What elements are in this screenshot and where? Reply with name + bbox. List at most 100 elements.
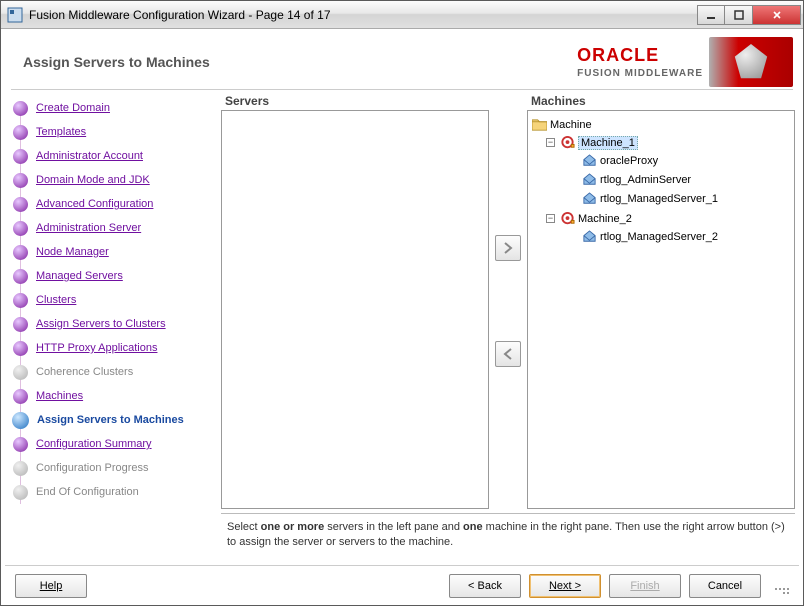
nav-step-label[interactable]: Assign Servers to Clusters	[36, 318, 166, 330]
unassign-left-button[interactable]	[495, 341, 521, 367]
tree-server[interactable]: rtlog_AdminServer	[532, 171, 790, 188]
tree-server[interactable]: oracleProxy	[532, 152, 790, 169]
server-icon	[582, 192, 597, 205]
nav-step[interactable]: Administrator Account	[9, 144, 217, 168]
tree-root[interactable]: Machine	[532, 116, 790, 133]
window-controls	[697, 5, 801, 25]
nav-step-label[interactable]: Advanced Configuration	[36, 198, 153, 210]
wizard-nav: Create Domain Templates Administrator Acco…	[9, 92, 217, 561]
maximize-button[interactable]	[725, 5, 753, 25]
app-icon	[7, 7, 23, 23]
tree-root-label: Machine	[550, 119, 592, 131]
servers-list[interactable]	[221, 110, 489, 509]
nav-step[interactable]: Assign Servers to Clusters	[9, 312, 217, 336]
nav-bullet-icon	[13, 173, 28, 188]
tree-machine[interactable]: − Machine_2	[532, 210, 790, 227]
machines-pane: Machines Machine	[527, 92, 795, 509]
nav-step-label[interactable]: Domain Mode and JDK	[36, 174, 150, 186]
tree-machine[interactable]: −Machine_1	[532, 134, 790, 151]
nav-step[interactable]: Machines	[9, 384, 217, 408]
nav-bullet-icon	[13, 389, 28, 404]
nav-bullet-icon	[13, 221, 28, 236]
nav-bullet-icon	[13, 149, 28, 164]
nav-step-label: Configuration Progress	[36, 462, 149, 474]
finish-button: Finish	[609, 574, 681, 598]
nav-step-label[interactable]: Administrator Account	[36, 150, 143, 162]
servers-pane: Servers	[221, 92, 489, 509]
tree-toggle[interactable]: −	[546, 214, 555, 223]
nav-step[interactable]: Administration Server	[9, 216, 217, 240]
wizard-window: Fusion Middleware Configuration Wizard -…	[0, 0, 804, 606]
nav-step[interactable]: Domain Mode and JDK	[9, 168, 217, 192]
back-button[interactable]: < Back	[449, 574, 521, 598]
server-icon	[582, 154, 597, 167]
tree-toggle[interactable]: −	[546, 138, 555, 147]
nav-bullet-icon	[13, 365, 28, 380]
header: Assign Servers to Machines ORACLE FUSION…	[5, 33, 799, 87]
nav-bullet-icon	[13, 341, 28, 356]
minimize-button[interactable]	[697, 5, 725, 25]
shuttle-buttons	[489, 92, 527, 509]
nav-step[interactable]: Assign Servers to Machines	[9, 408, 217, 432]
nav-step-label[interactable]: Clusters	[36, 294, 76, 306]
nav-bullet-icon	[13, 269, 28, 284]
nav-step: End Of Configuration	[9, 480, 217, 504]
nav-step: Configuration Progress	[9, 456, 217, 480]
nav-bullet-icon	[13, 317, 28, 332]
cancel-button[interactable]: Cancel	[689, 574, 761, 598]
assign-right-button[interactable]	[495, 235, 521, 261]
tree-server-label: rtlog_AdminServer	[600, 174, 691, 186]
nav-step[interactable]: Advanced Configuration	[9, 192, 217, 216]
next-button[interactable]: Next >	[529, 574, 601, 598]
nav-step-label[interactable]: Node Manager	[36, 246, 109, 258]
titlebar: Fusion Middleware Configuration Wizard -…	[1, 1, 803, 29]
nav-step[interactable]: Templates	[9, 120, 217, 144]
nav-step-label: End Of Configuration	[36, 486, 139, 498]
nav-step[interactable]: Node Manager	[9, 240, 217, 264]
nav-step-label[interactable]: Administration Server	[36, 222, 141, 234]
nav-step-label[interactable]: HTTP Proxy Applications	[36, 342, 157, 354]
nav-step[interactable]: HTTP Proxy Applications	[9, 336, 217, 360]
nav-bullet-icon	[13, 101, 28, 116]
nav-step-label[interactable]: Create Domain	[36, 102, 110, 114]
brand-logo: ORACLE FUSION MIDDLEWARE	[577, 45, 703, 79]
machine-icon	[560, 136, 575, 149]
close-button[interactable]	[753, 5, 801, 25]
nav-bullet-icon	[12, 412, 29, 429]
server-icon	[582, 230, 597, 243]
server-icon	[582, 173, 597, 186]
help-button[interactable]: Help	[15, 574, 87, 598]
window-title: Fusion Middleware Configuration Wizard -…	[29, 8, 697, 22]
main: Create Domain Templates Administrator Acco…	[5, 90, 799, 565]
tree-server[interactable]: rtlog_ManagedServer_2	[532, 228, 790, 245]
machines-header: Machines	[527, 92, 795, 110]
nav-bullet-icon	[13, 245, 28, 260]
tree-server-label: rtlog_ManagedServer_2	[600, 231, 718, 243]
machine-icon	[560, 212, 575, 225]
nav-bullet-icon	[13, 293, 28, 308]
nav-step-label: Coherence Clusters	[36, 366, 133, 378]
nav-step[interactable]: Clusters	[9, 288, 217, 312]
nav-step-label[interactable]: Templates	[36, 126, 86, 138]
resize-grip[interactable]	[773, 578, 789, 594]
tree-server-label: oracleProxy	[600, 155, 658, 167]
nav-step[interactable]: Configuration Summary	[9, 432, 217, 456]
body: Assign Servers to Machines ORACLE FUSION…	[1, 29, 803, 605]
tree-machine-label: Machine_2	[578, 213, 632, 225]
footer: Help < Back Next > Finish Cancel	[5, 565, 799, 605]
nav-step-label[interactable]: Configuration Summary	[36, 438, 152, 450]
nav-step-label[interactable]: Machines	[36, 390, 83, 402]
nav-bullet-icon	[13, 437, 28, 452]
nav-step[interactable]: Create Domain	[9, 96, 217, 120]
nav-bullet-icon	[13, 485, 28, 500]
servers-header: Servers	[221, 92, 489, 110]
machines-tree[interactable]: Machine −Machine_1 oracleProxy rtlog_Admin…	[527, 110, 795, 509]
brand-word: ORACLE	[577, 45, 659, 66]
brand-gem	[709, 37, 793, 87]
nav-step[interactable]: Managed Servers	[9, 264, 217, 288]
nav-bullet-icon	[13, 125, 28, 140]
nav-step-label[interactable]: Managed Servers	[36, 270, 123, 282]
tree-server-label: rtlog_ManagedServer_1	[600, 193, 718, 205]
nav-bullet-icon	[13, 461, 28, 476]
tree-server[interactable]: rtlog_ManagedServer_1	[532, 190, 790, 207]
